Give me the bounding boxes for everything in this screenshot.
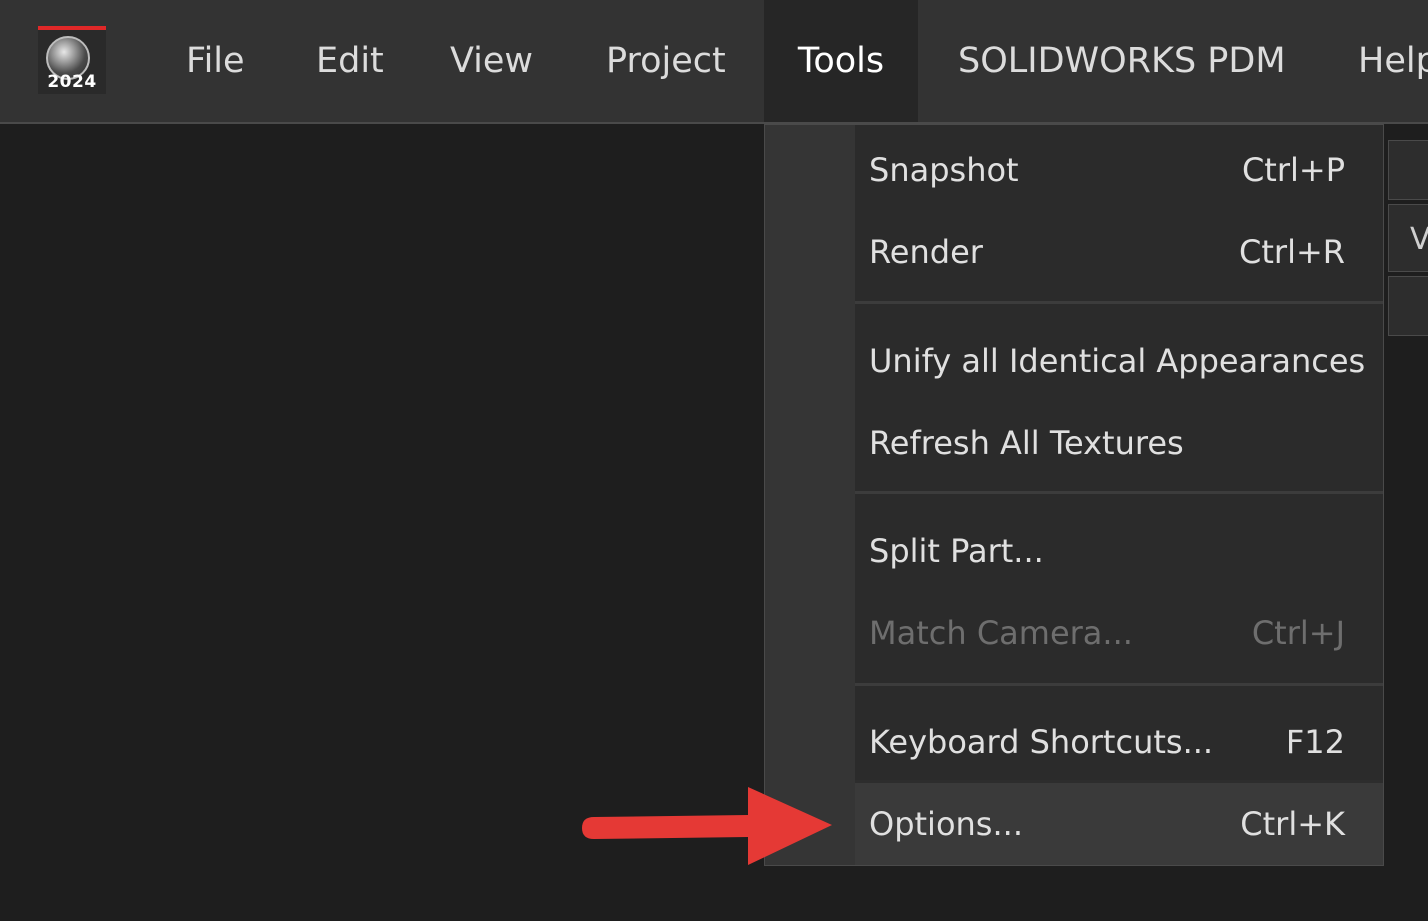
right-panel-field[interactable] — [1388, 276, 1428, 336]
menu-item-shortcut: Ctrl+K — [1240, 805, 1345, 843]
tools-dropdown-menu: Snapshot Ctrl+P Render Ctrl+R Unify all … — [764, 124, 1384, 866]
right-panel-label: V — [1410, 222, 1428, 257]
menu-item-unify-appearances[interactable]: Unify all Identical Appearances — [855, 320, 1383, 402]
menu-item-snapshot[interactable]: Snapshot Ctrl+P — [855, 129, 1383, 211]
menu-item-label: Snapshot — [869, 151, 1019, 189]
menu-project[interactable]: Project — [606, 0, 726, 122]
menu-solidworks-pdm[interactable]: SOLIDWORKS PDM — [958, 0, 1286, 122]
menu-item-label: Split Part... — [869, 532, 1044, 570]
menu-help[interactable]: Help — [1358, 0, 1428, 122]
menu-item-label: Refresh All Textures — [869, 424, 1184, 462]
right-panel-field[interactable] — [1388, 140, 1428, 200]
menu-item-options[interactable]: Options... Ctrl+K — [855, 783, 1383, 865]
menu-item-label: Unify all Identical Appearances — [869, 342, 1366, 380]
menu-item-keyboard-shortcuts[interactable]: Keyboard Shortcuts... F12 — [855, 701, 1383, 783]
menu-bar: 2024 File Edit View Project Tools SOLIDW… — [0, 0, 1428, 124]
menu-item-label: Match Camera... — [869, 614, 1133, 652]
menu-item-shortcut: Ctrl+P — [1241, 151, 1345, 189]
menu-item-match-camera: Match Camera... Ctrl+J — [855, 592, 1383, 674]
app-logo-icon[interactable]: 2024 — [38, 26, 106, 94]
menu-item-label: Options... — [869, 805, 1023, 843]
menu-tools[interactable]: Tools — [764, 0, 918, 122]
menu-item-shortcut: Ctrl+J — [1251, 614, 1345, 652]
menu-item-render[interactable]: Render Ctrl+R — [855, 211, 1383, 293]
menu-item-split-part[interactable]: Split Part... — [855, 510, 1383, 592]
red-arrow-annotation-icon — [582, 787, 832, 865]
menu-item-shortcut: Ctrl+R — [1239, 233, 1345, 271]
menu-item-label: Keyboard Shortcuts... — [869, 723, 1214, 761]
menu-file[interactable]: File — [186, 0, 245, 122]
menu-view[interactable]: View — [450, 0, 533, 122]
menu-icon-gutter — [765, 125, 855, 865]
menu-item-shortcut: F12 — [1285, 723, 1345, 761]
menu-edit[interactable]: Edit — [316, 0, 384, 122]
menu-item-refresh-textures[interactable]: Refresh All Textures — [855, 402, 1383, 484]
logo-year: 2024 — [47, 72, 97, 92]
menu-item-label: Render — [869, 233, 983, 271]
